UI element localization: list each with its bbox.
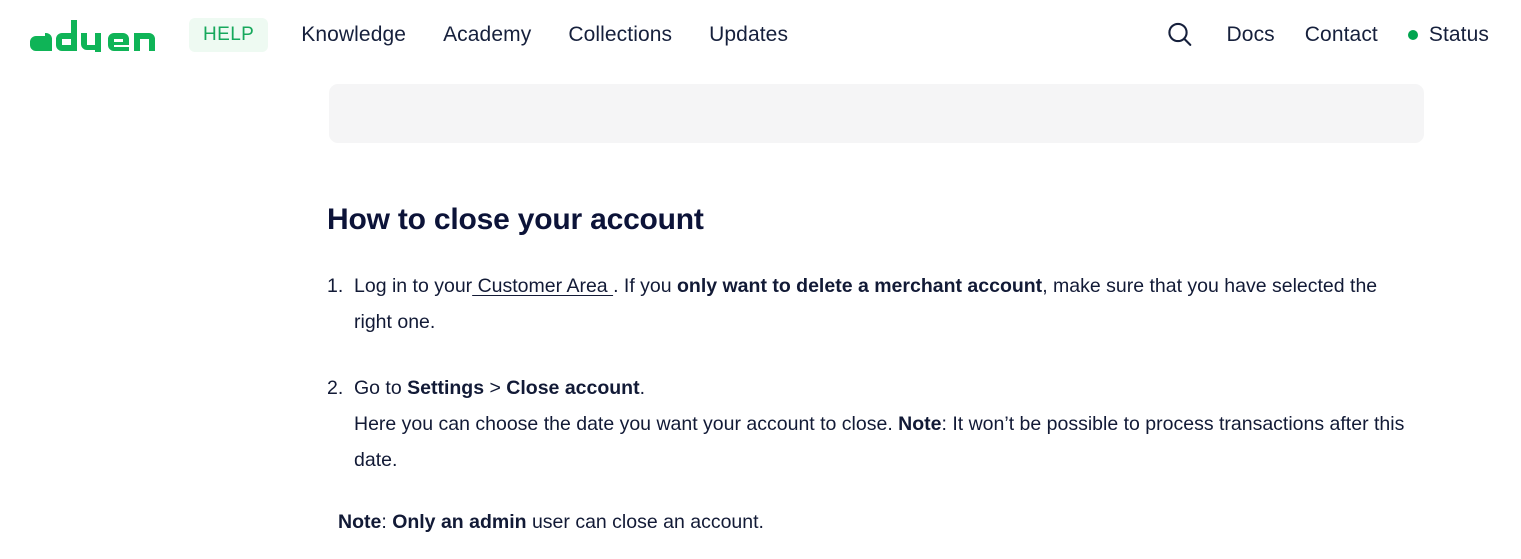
note-label: Note bbox=[338, 510, 382, 533]
search-button[interactable] bbox=[1163, 18, 1197, 52]
help-badge: HELP bbox=[189, 18, 269, 52]
search-icon bbox=[1167, 22, 1191, 46]
step-bold-phrase: only want to delete a merchant account bbox=[677, 274, 1043, 297]
step-sub-text-1: Here you can choose the date you want yo… bbox=[354, 412, 899, 435]
page-title: How to close your account bbox=[327, 203, 704, 236]
step-number: 2. bbox=[327, 376, 344, 399]
nav-item-knowledge[interactable]: Knowledge bbox=[301, 23, 406, 47]
article: How to close your account 1. Log in to y… bbox=[327, 203, 1417, 559]
close-account-bold: Close account bbox=[506, 376, 640, 399]
nav-item-contact[interactable]: Contact bbox=[1305, 23, 1378, 47]
nav-item-collections[interactable]: Collections bbox=[568, 23, 672, 47]
status-dot-icon bbox=[1407, 30, 1418, 40]
nav-item-status[interactable]: Status bbox=[1407, 23, 1489, 47]
step-text-lead: Go to bbox=[354, 376, 408, 399]
adyen-logo-icon[interactable] bbox=[30, 18, 175, 52]
step-sub-paragraph: Here you can choose the date you want yo… bbox=[354, 406, 1417, 478]
step-text-end: . bbox=[639, 376, 646, 399]
secondary-navigation: Docs Contact Status bbox=[1163, 0, 1489, 70]
note-rest-text: user can close an account. bbox=[526, 510, 764, 533]
step-text-after-link: . If you bbox=[613, 274, 678, 297]
status-label: Status bbox=[1428, 23, 1489, 46]
step-text-before-link: Log in to your bbox=[354, 274, 473, 297]
nav-item-academy[interactable]: Academy bbox=[443, 23, 531, 47]
nav-item-updates[interactable]: Updates bbox=[709, 23, 788, 47]
site-header: HELP Knowledge Academy Collections Updat… bbox=[0, 0, 1521, 70]
settings-bold: Settings bbox=[407, 376, 485, 399]
steps-list: 1. Log in to your Customer Area . If you… bbox=[327, 268, 1417, 478]
brand-block[interactable]: HELP bbox=[30, 18, 269, 52]
customer-area-link[interactable]: Customer Area bbox=[472, 275, 613, 297]
note-bold-text: Only an admin bbox=[392, 510, 527, 533]
primary-navigation: Knowledge Academy Collections Updates bbox=[301, 23, 788, 47]
list-item: 2. Go to Settings > Close account. Here … bbox=[327, 370, 1417, 478]
step-text-mid: > bbox=[484, 376, 507, 399]
step-number: 1. bbox=[327, 274, 344, 297]
nav-item-docs[interactable]: Docs bbox=[1227, 23, 1275, 47]
list-item: 1. Log in to your Customer Area . If you… bbox=[327, 268, 1417, 340]
step-sub-note-label: Note bbox=[898, 412, 942, 435]
breadcrumb-placeholder-panel bbox=[329, 84, 1424, 143]
admin-note: Note: Only an admin user can close an ac… bbox=[327, 504, 1417, 540]
note-separator: : bbox=[381, 510, 393, 533]
